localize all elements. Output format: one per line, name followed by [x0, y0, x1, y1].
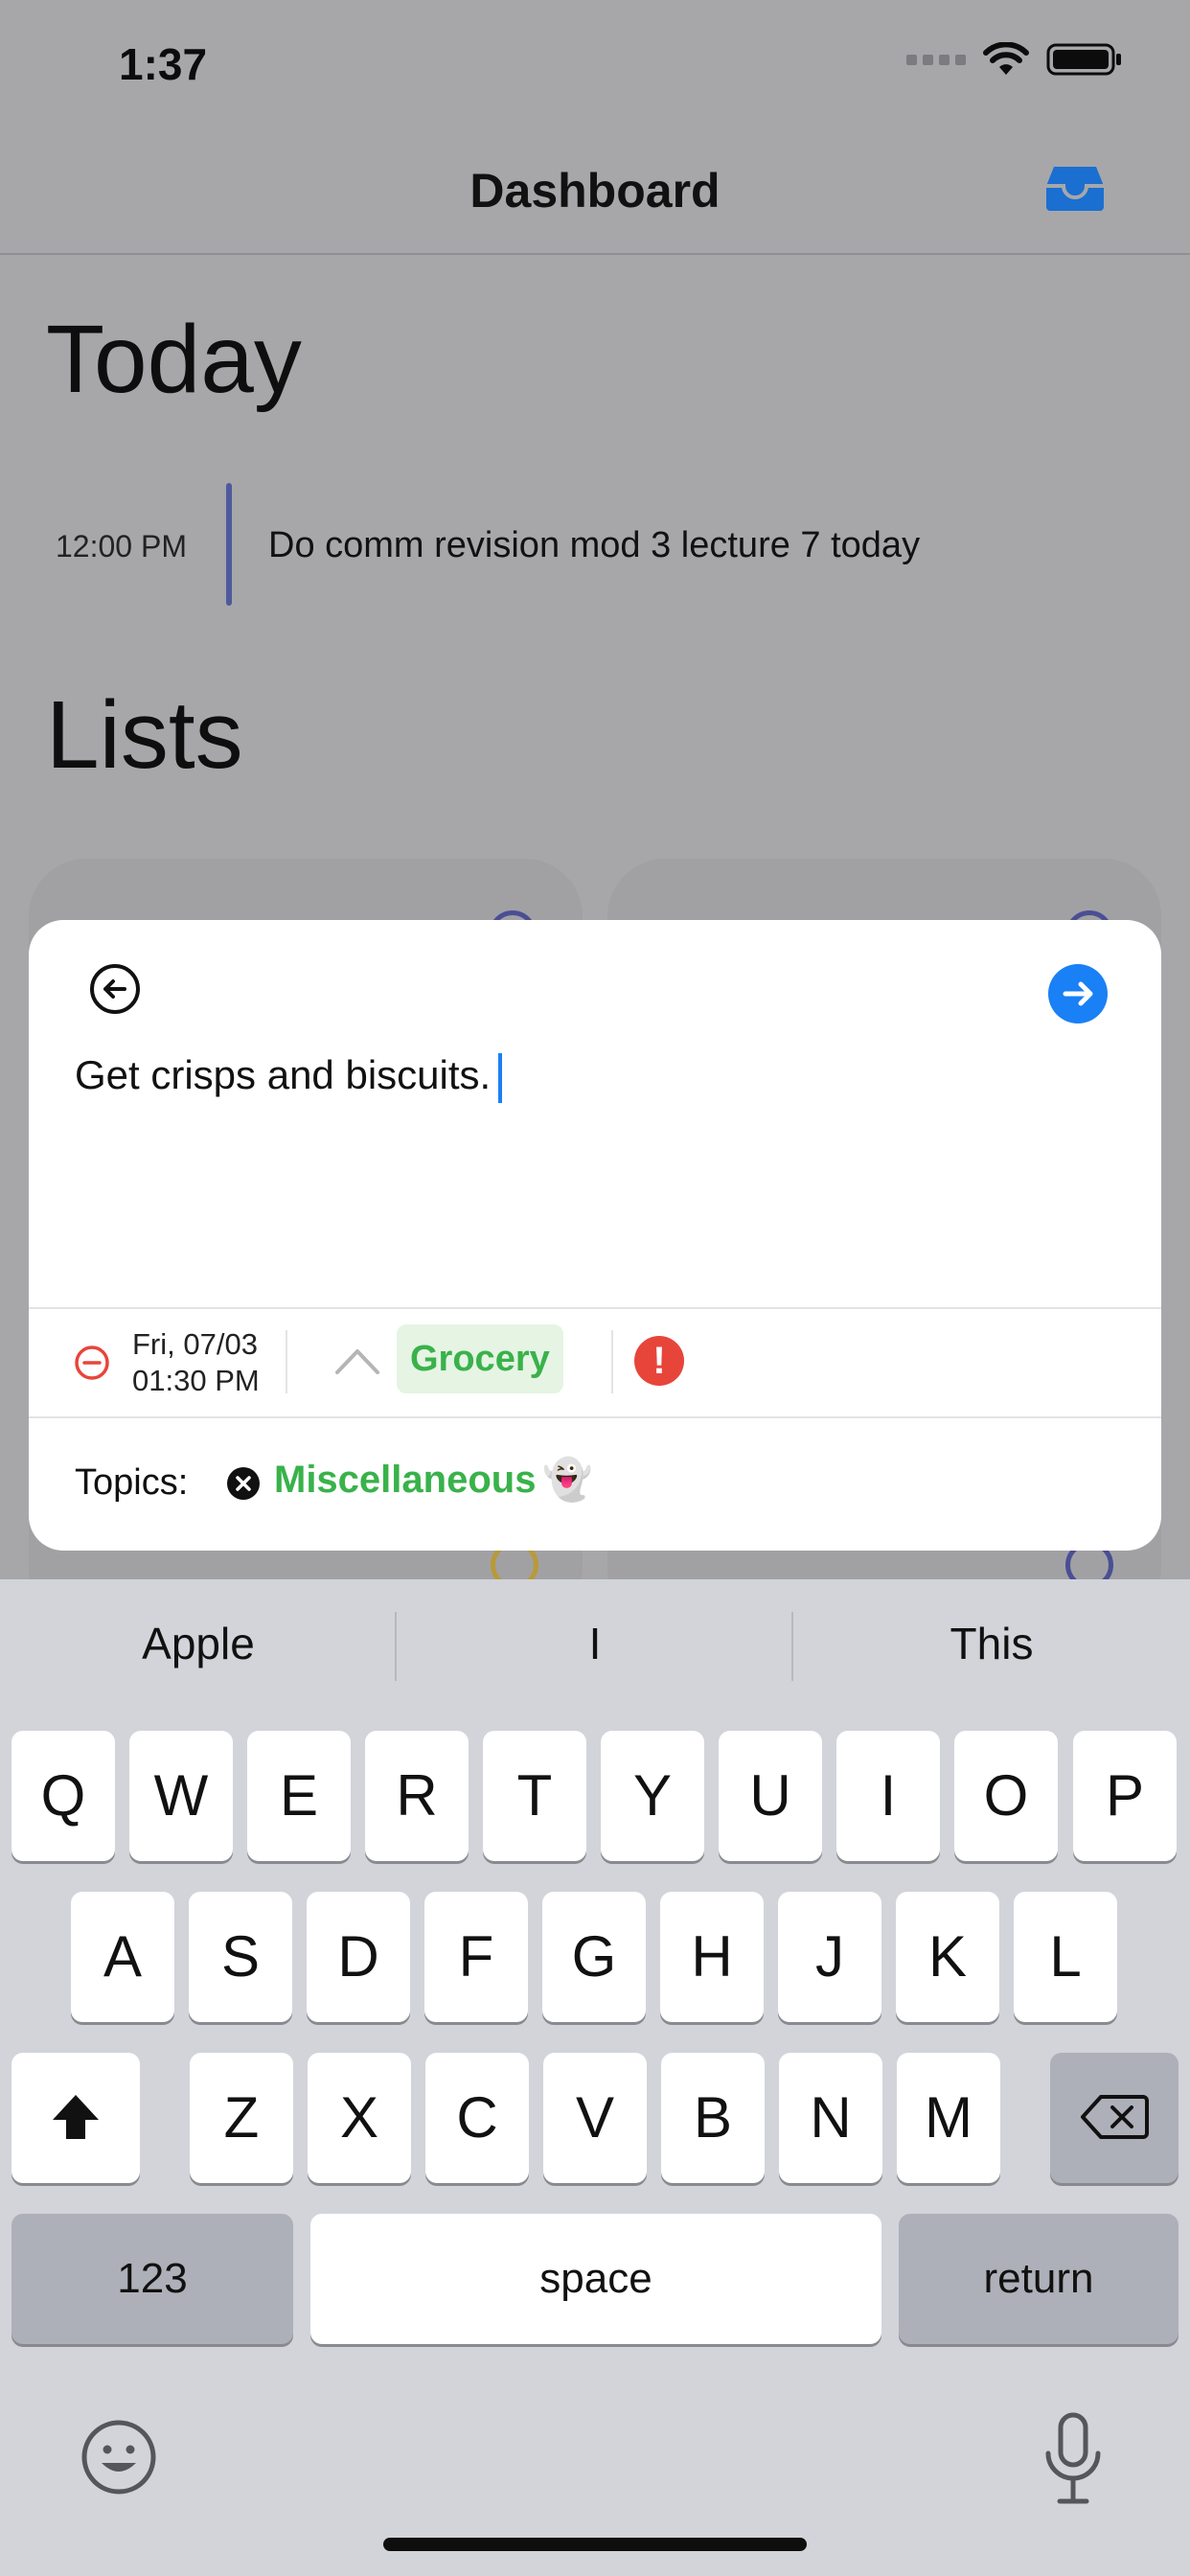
key-s[interactable]: S — [189, 1892, 292, 2022]
key-c[interactable]: C — [425, 2053, 529, 2183]
chevron-up-icon[interactable] — [332, 1344, 383, 1378]
nav-title: Dashboard — [469, 164, 721, 218]
section-title-today: Today — [46, 306, 302, 413]
priority-icon[interactable]: ! — [634, 1336, 684, 1386]
key-z[interactable]: Z — [190, 2053, 293, 2183]
remove-topic-icon[interactable] — [226, 1466, 261, 1501]
key-b[interactable]: B — [661, 2053, 765, 2183]
battery-icon — [1046, 43, 1121, 76]
status-bar: 1:37 — [0, 0, 1190, 134]
key-y[interactable]: Y — [601, 1731, 704, 1861]
event-color-bar — [226, 483, 232, 606]
backspace-icon — [1081, 2095, 1149, 2139]
topic-emoji: 👻 — [542, 1457, 593, 1502]
due-date-time: 01:30 PM — [132, 1364, 260, 1397]
suggestion-item[interactable]: I — [397, 1618, 793, 1669]
key-a[interactable]: A — [71, 1892, 174, 2022]
microphone-icon[interactable] — [1042, 2411, 1104, 2507]
keyboard: Apple I This Q W E R T Y U I O P A S D F… — [0, 1579, 1190, 2576]
suggestion-bar: Apple I This — [0, 1579, 1190, 1725]
key-n[interactable]: N — [779, 2053, 882, 2183]
forward-arrow-icon — [1063, 981, 1093, 1006]
suggestion-item[interactable]: Apple — [0, 1618, 397, 1669]
return-key[interactable]: return — [899, 2214, 1179, 2344]
key-k[interactable]: K — [896, 1892, 999, 2022]
list-chip[interactable]: Grocery — [397, 1324, 563, 1393]
key-x[interactable]: X — [308, 2053, 411, 2183]
inbox-icon[interactable] — [1044, 163, 1106, 213]
status-icons — [906, 42, 1123, 77]
nav-bar: Dashboard — [0, 134, 1190, 255]
key-d[interactable]: D — [307, 1892, 410, 2022]
emoji-icon[interactable] — [80, 2419, 157, 2496]
key-j[interactable]: J — [778, 1892, 881, 2022]
back-arrow-icon[interactable] — [88, 962, 142, 1016]
topic-chip[interactable]: Miscellaneous — [274, 1459, 536, 1502]
backspace-key[interactable] — [1050, 2053, 1179, 2183]
topics-label: Topics: — [75, 1462, 189, 1503]
space-key[interactable]: space — [310, 2214, 881, 2344]
task-meta-row: Fri, 07/03 01:30 PM Grocery ! — [29, 1307, 1161, 1418]
shift-icon — [53, 2095, 99, 2139]
key-m[interactable]: M — [897, 2053, 1000, 2183]
key-f[interactable]: F — [424, 1892, 528, 2022]
divider — [611, 1330, 613, 1393]
task-text: Get crisps and biscuits. — [75, 1052, 492, 1097]
status-time: 1:37 — [119, 39, 208, 89]
section-title-lists: Lists — [46, 681, 243, 789]
due-date-day: Fri, 07/03 — [132, 1327, 258, 1361]
topics-row: Topics: Miscellaneous 👻 — [29, 1416, 1161, 1551]
divider — [286, 1330, 287, 1393]
key-i[interactable]: I — [836, 1731, 940, 1861]
key-t[interactable]: T — [483, 1731, 586, 1861]
event-title: Do comm revision mod 3 lecture 7 today — [268, 525, 921, 565]
task-editor-sheet: Get crisps and biscuits. Fri, 07/03 01:3… — [29, 920, 1161, 1551]
signal-icon — [906, 54, 966, 65]
text-caret — [498, 1052, 503, 1103]
key-u[interactable]: U — [719, 1731, 822, 1861]
wifi-icon — [983, 42, 1029, 75]
suggestion-item[interactable]: This — [793, 1618, 1190, 1669]
key-v[interactable]: V — [543, 2053, 647, 2183]
today-event[interactable]: 12:00 PM Do comm revision mod 3 lecture … — [46, 483, 1157, 606]
event-time: 12:00 PM — [56, 529, 187, 564]
due-date[interactable]: Fri, 07/03 01:30 PM — [132, 1326, 260, 1399]
numbers-key[interactable]: 123 — [11, 2214, 293, 2344]
key-l[interactable]: L — [1014, 1892, 1117, 2022]
key-w[interactable]: W — [129, 1731, 233, 1861]
key-r[interactable]: R — [365, 1731, 469, 1861]
key-h[interactable]: H — [660, 1892, 764, 2022]
home-indicator[interactable] — [383, 2538, 807, 2551]
key-g[interactable]: G — [542, 1892, 646, 2022]
key-e[interactable]: E — [247, 1731, 351, 1861]
remove-date-icon[interactable] — [73, 1344, 111, 1382]
submit-button[interactable] — [1048, 964, 1108, 1024]
key-q[interactable]: Q — [11, 1731, 115, 1861]
task-text-input[interactable]: Get crisps and biscuits. — [75, 1052, 503, 1103]
key-o[interactable]: O — [954, 1731, 1058, 1861]
key-p[interactable]: P — [1073, 1731, 1177, 1861]
shift-key[interactable] — [11, 2053, 140, 2183]
